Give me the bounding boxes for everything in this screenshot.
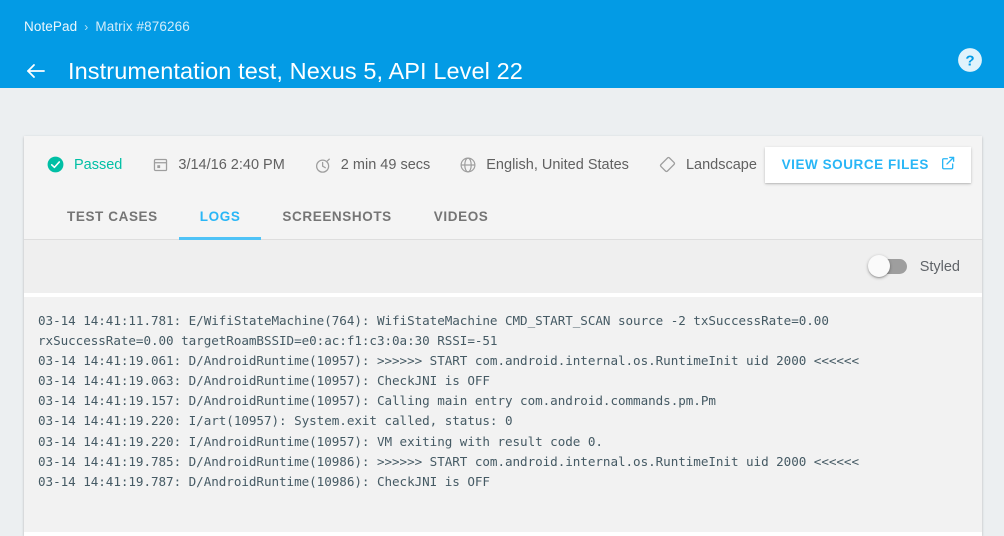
orientation-label: Landscape — [686, 157, 757, 173]
styled-toggle-label: Styled — [920, 259, 960, 275]
tab-videos[interactable]: VIDEOS — [413, 193, 510, 239]
logs-toolbar: Styled — [24, 240, 982, 297]
results-card: Passed 3/14/16 2:40 PM 2 — [24, 136, 982, 536]
tab-screenshots[interactable]: SCREENSHOTS — [261, 193, 412, 239]
view-source-files-label: VIEW SOURCE FILES — [782, 157, 929, 172]
breadcrumb: NotePad › Matrix #876266 — [24, 19, 190, 34]
log-line: 03-14 14:41:19.063: D/AndroidRuntime(109… — [38, 371, 962, 391]
duration-label: 2 min 49 secs — [341, 157, 430, 173]
log-line: 03-14 14:41:19.220: I/AndroidRuntime(109… — [38, 432, 962, 452]
tab-test-cases[interactable]: TEST CASES — [46, 193, 179, 239]
title-row: Instrumentation test, Nexus 5, API Level… — [22, 42, 523, 100]
log-line: 03-14 14:41:19.061: D/AndroidRuntime(109… — [38, 351, 962, 371]
summary-strip: Passed 3/14/16 2:40 PM 2 — [24, 136, 982, 193]
log-line: rxSuccessRate=0.00 targetRoamBSSID=e0:ac… — [38, 331, 962, 351]
duration-meta: 2 min 49 secs — [314, 156, 430, 174]
locale-meta: English, United States — [459, 156, 629, 174]
breadcrumb-current: Matrix #876266 — [95, 19, 189, 34]
locale-label: English, United States — [486, 157, 629, 173]
breadcrumb-separator: › — [84, 20, 88, 34]
back-button[interactable] — [22, 57, 50, 85]
log-line: 03-14 14:41:19.787: D/AndroidRuntime(109… — [38, 472, 962, 492]
page-title: Instrumentation test, Nexus 5, API Level… — [68, 58, 523, 85]
date-label: 3/14/16 2:40 PM — [178, 157, 284, 173]
styled-toggle-track[interactable] — [870, 259, 907, 274]
orientation-meta: Landscape — [658, 155, 757, 174]
log-line: 03-14 14:41:19.785: D/AndroidRuntime(109… — [38, 452, 962, 472]
status-badge: Passed — [46, 155, 122, 174]
stopwatch-icon — [314, 156, 332, 174]
styled-toggle[interactable]: Styled — [870, 259, 960, 275]
globe-icon — [459, 156, 477, 174]
log-line: 03-14 14:41:11.781: E/WifiStateMachine(7… — [38, 311, 962, 331]
app-bar: NotePad › Matrix #876266 Instrumentation… — [0, 0, 1004, 88]
log-line: 03-14 14:41:19.220: I/art(10957): System… — [38, 411, 962, 431]
log-line: 03-14 14:41:19.157: D/AndroidRuntime(109… — [38, 391, 962, 411]
view-source-files-button[interactable]: VIEW SOURCE FILES — [765, 147, 971, 183]
breadcrumb-root-link[interactable]: NotePad — [24, 19, 77, 34]
help-button[interactable]: ? — [957, 47, 983, 73]
tab-bar: TEST CASES LOGS SCREENSHOTS VIDEOS — [24, 193, 982, 240]
styled-toggle-knob[interactable] — [868, 255, 890, 277]
help-circle-icon: ? — [957, 47, 983, 73]
tab-logs[interactable]: LOGS — [179, 193, 262, 239]
external-link-icon — [940, 155, 956, 174]
check-circle-icon — [46, 155, 65, 174]
svg-text:?: ? — [965, 52, 974, 69]
date-meta: 3/14/16 2:40 PM — [152, 156, 284, 173]
screen-rotation-icon — [658, 155, 677, 174]
calendar-icon — [152, 156, 169, 173]
status-label: Passed — [74, 157, 122, 173]
log-output[interactable]: 03-14 14:41:11.781: E/WifiStateMachine(7… — [24, 297, 982, 532]
arrow-left-icon — [24, 59, 48, 83]
